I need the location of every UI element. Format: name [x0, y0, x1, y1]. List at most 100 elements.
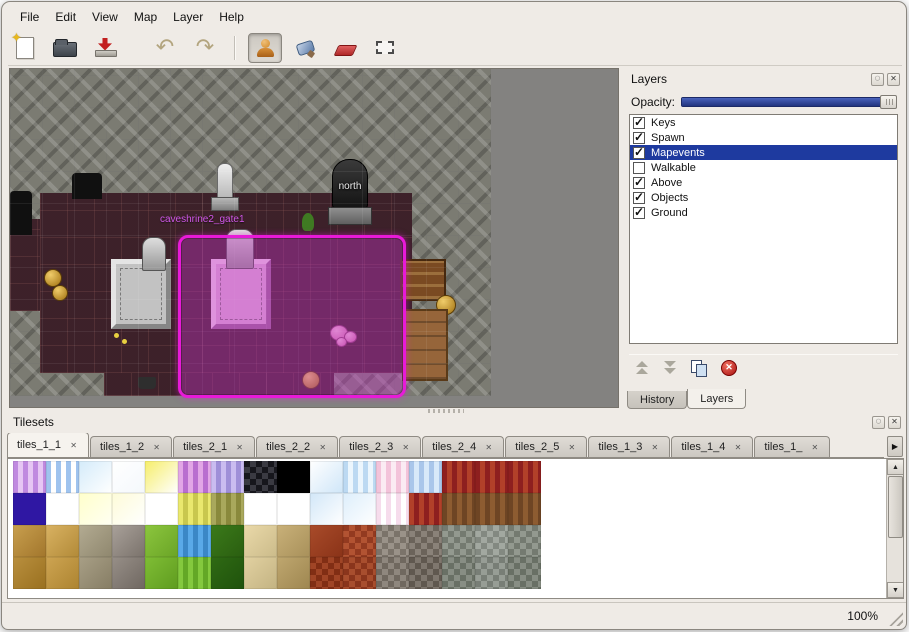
palette-tile[interactable] — [178, 461, 211, 493]
layer-visibility-checkbox[interactable] — [633, 117, 645, 129]
layers-list[interactable]: KeysSpawnMapeventsWalkableAboveObjectsGr… — [629, 114, 898, 344]
palette-tile[interactable] — [145, 493, 178, 525]
layer-row-mapevents[interactable]: Mapevents — [630, 145, 897, 160]
layer-row-ground[interactable]: Ground — [630, 205, 897, 220]
delete-layer-icon[interactable] — [721, 360, 737, 376]
open-button[interactable] — [48, 33, 82, 63]
palette-tile[interactable] — [442, 557, 475, 589]
new-file-button[interactable] — [8, 33, 42, 63]
save-button[interactable] — [88, 33, 122, 63]
tileset-palette-area[interactable] — [7, 458, 904, 599]
palette-tile[interactable] — [475, 525, 508, 557]
layer-row-keys[interactable]: Keys — [630, 115, 897, 130]
palette-tile[interactable] — [409, 493, 442, 525]
palette-tile[interactable] — [508, 461, 541, 493]
palette-tile[interactable] — [79, 557, 112, 589]
palette-tile[interactable] — [343, 493, 376, 525]
palette-tile[interactable] — [442, 493, 475, 525]
map-view[interactable]: north caveshrine2_gate1 — [10, 69, 491, 396]
close-tab-icon[interactable] — [400, 442, 411, 453]
close-tab-icon[interactable] — [234, 442, 245, 453]
layer-row-objects[interactable]: Objects — [630, 190, 897, 205]
redo-button[interactable] — [188, 33, 222, 63]
stamp-tool-button[interactable] — [248, 33, 282, 63]
scrollbar-thumb[interactable] — [888, 476, 903, 538]
palette-tile[interactable] — [409, 461, 442, 493]
tileset-tab-tiles_1_2[interactable]: tiles_1_2 — [90, 436, 172, 457]
palette-tile[interactable] — [178, 557, 211, 589]
palette-tile[interactable] — [277, 525, 310, 557]
palette-tile[interactable] — [409, 557, 442, 589]
palette-tile[interactable] — [508, 557, 541, 589]
layer-visibility-checkbox[interactable] — [633, 162, 645, 174]
scroll-down-icon[interactable] — [887, 582, 904, 598]
palette-tile[interactable] — [508, 493, 541, 525]
palette-tile[interactable] — [112, 525, 145, 557]
tileset-tab-tiles_2_3[interactable]: tiles_2_3 — [339, 436, 421, 457]
palette-tile[interactable] — [343, 557, 376, 589]
close-dock-icon[interactable] — [887, 73, 900, 86]
tileset-tab-tiles_2_5[interactable]: tiles_2_5 — [505, 436, 587, 457]
palette-tile[interactable] — [508, 525, 541, 557]
map-canvas-area[interactable]: north caveshrine2_gate1 — [9, 68, 619, 408]
menu-edit[interactable]: Edit — [47, 7, 84, 27]
palette-tile[interactable] — [178, 525, 211, 557]
tileset-tab-tiles_1_4[interactable]: tiles_1_4 — [671, 436, 753, 457]
palette-tile[interactable] — [244, 493, 277, 525]
palette-tile[interactable] — [79, 461, 112, 493]
palette-tile[interactable] — [475, 493, 508, 525]
menu-help[interactable]: Help — [211, 7, 252, 27]
palette-tile[interactable] — [13, 525, 46, 557]
layer-row-spawn[interactable]: Spawn — [630, 130, 897, 145]
palette-tile[interactable] — [244, 461, 277, 493]
palette-tile[interactable] — [79, 525, 112, 557]
menu-layer[interactable]: Layer — [165, 7, 211, 27]
palette-tile[interactable] — [343, 461, 376, 493]
palette-tile[interactable] — [46, 525, 79, 557]
dock-tab-history[interactable]: History — [627, 391, 687, 409]
palette-tile[interactable] — [475, 461, 508, 493]
close-tab-icon[interactable] — [809, 442, 820, 453]
opacity-slider[interactable] — [681, 97, 897, 107]
palette-tile[interactable] — [376, 557, 409, 589]
close-tab-icon[interactable] — [317, 442, 328, 453]
opacity-slider-handle[interactable] — [880, 95, 897, 109]
palette-tile[interactable] — [475, 557, 508, 589]
tileset-tab-tiles_1_[interactable]: tiles_1_ — [754, 436, 830, 457]
palette-tile[interactable] — [376, 525, 409, 557]
layer-visibility-checkbox[interactable] — [633, 147, 645, 159]
palette-tile[interactable] — [310, 461, 343, 493]
palette-tile[interactable] — [376, 461, 409, 493]
palette-scrollbar[interactable] — [886, 459, 903, 598]
palette-tile[interactable] — [145, 525, 178, 557]
palette-tile[interactable] — [409, 525, 442, 557]
tileset-tab-tiles_2_1[interactable]: tiles_2_1 — [173, 436, 255, 457]
palette-tile[interactable] — [112, 461, 145, 493]
palette-tile[interactable] — [442, 525, 475, 557]
menu-view[interactable]: View — [84, 7, 126, 27]
palette-tile[interactable] — [112, 557, 145, 589]
resize-grip[interactable] — [889, 612, 903, 626]
layer-visibility-checkbox[interactable] — [633, 177, 645, 189]
menu-file[interactable]: File — [12, 7, 47, 27]
close-tab-icon[interactable] — [566, 442, 577, 453]
close-tab-icon[interactable] — [151, 442, 162, 453]
palette-tile[interactable] — [211, 557, 244, 589]
layer-visibility-checkbox[interactable] — [633, 207, 645, 219]
palette-tile[interactable] — [244, 557, 277, 589]
tileset-tab-tiles_2_4[interactable]: tiles_2_4 — [422, 436, 504, 457]
eraser-tool-button[interactable] — [328, 33, 362, 63]
layer-visibility-checkbox[interactable] — [633, 192, 645, 204]
palette-tile[interactable] — [13, 557, 46, 589]
dock-tab-layers[interactable]: Layers — [687, 389, 746, 409]
palette-tile[interactable] — [442, 461, 475, 493]
palette-tile[interactable] — [310, 493, 343, 525]
fill-tool-button[interactable] — [288, 33, 322, 63]
scroll-up-icon[interactable] — [887, 459, 904, 475]
palette-tile[interactable] — [376, 493, 409, 525]
tileset-palette[interactable] — [13, 461, 541, 589]
select-tool-button[interactable] — [368, 33, 402, 63]
close-tab-icon[interactable] — [732, 442, 743, 453]
palette-tile[interactable] — [46, 557, 79, 589]
palette-tile[interactable] — [277, 557, 310, 589]
